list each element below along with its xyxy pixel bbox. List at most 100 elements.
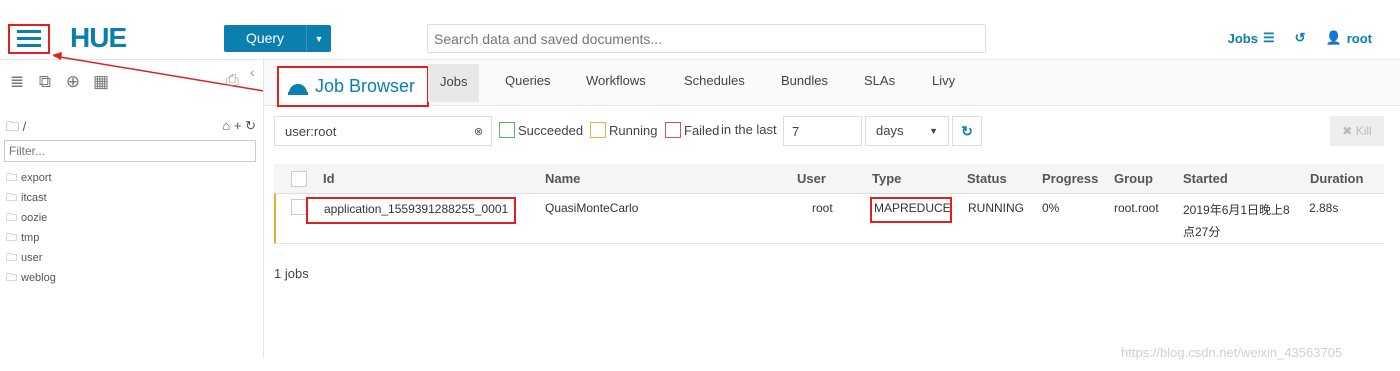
database-icon[interactable]: ≣ [8,72,26,92]
jobs-table: Id Name User Type Status Progress Group … [274,164,1384,244]
filter-input[interactable] [4,140,256,162]
time-number-input[interactable] [783,116,862,146]
documents-icon[interactable]: ⧉ [36,72,54,92]
folder-label: weblog [21,272,56,284]
folder-label: itcast [21,192,47,204]
col-started[interactable]: Started [1183,171,1228,186]
tab-jobs[interactable]: Jobs [428,64,480,102]
job-browser-nav: Job Browser Jobs Queries Workflows Sched… [264,60,1400,107]
failed-label: Failed [684,122,720,138]
time-unit-value: days [876,123,904,138]
col-group[interactable]: Group [1114,171,1153,186]
folder-label: export [21,172,52,184]
path-actions: ⌂ + ↻ [222,118,256,140]
succeeded-checkbox[interactable]: Succeeded [499,122,583,138]
in-the-last-label: in the last [721,122,777,137]
brand-label: Job Browser [315,76,416,96]
tab-queries[interactable]: Queries [505,73,551,88]
global-search-input[interactable] [427,24,986,53]
time-unit-select[interactable]: days ▼ [865,116,949,146]
folder-label: oozie [21,212,48,224]
folder-icon: 🗀 [6,172,17,184]
folder-icon: 🗀 [6,272,17,284]
watermark: https://blog.csdn.net/weixin_43563705 [1121,345,1343,360]
menu-hamburger-icon[interactable] [8,24,50,54]
close-icon: ✖ [1342,124,1353,138]
kill-button[interactable]: ✖ Kill [1330,116,1384,146]
folder-item[interactable]: 🗀 weblog [6,270,56,290]
user-menu[interactable]: 👤 root [1326,30,1372,46]
checkbox-box [590,122,606,138]
home-icon[interactable]: ⌂ [222,118,230,133]
grid-icon[interactable]: ▦ [92,72,110,92]
job-group: root.root [1114,201,1159,215]
job-browser-content: Job Browser Jobs Queries Workflows Sched… [264,60,1400,371]
job-status: RUNNING [968,201,1024,215]
job-user: root [812,201,833,215]
refresh-icon: ↻ [961,122,973,139]
clear-filter-icon[interactable]: ⊗ [474,125,483,138]
zoom-icon[interactable]: ⊕ [64,72,82,92]
job-name: QuasiMonteCarlo [545,201,639,215]
row-checkbox[interactable] [291,199,307,215]
failed-checkbox[interactable]: Failed [665,122,719,138]
user-filter-input[interactable] [274,116,492,146]
tab-slas[interactable]: SLAs [864,73,895,88]
refresh-button[interactable]: ↻ [952,116,982,146]
tab-schedules[interactable]: Schedules [684,73,745,88]
col-id[interactable]: Id [323,171,335,186]
tab-workflows[interactable]: Workflows [586,73,646,88]
folder-item[interactable]: 🗀 user [6,250,56,270]
job-duration: 2.88s [1309,201,1339,215]
col-progress[interactable]: Progress [1042,171,1098,186]
refresh-icon[interactable]: ↻ [245,118,256,133]
query-button[interactable]: Query ▼ [224,25,331,52]
top-bar: HUE Query ▼ Jobs ☰ ↺ 👤 root [0,0,1400,60]
user-icon: 👤 [1325,30,1342,45]
folder-tree: 🗀 export 🗀 itcast 🗀 oozie 🗀 tmp 🗀 user 🗀 weblo… [6,170,56,290]
printer-icon[interactable]: ⎙ [226,72,239,90]
filter-row: ⊗ Succeeded Running Failed in the last d… [264,116,1400,146]
running-label: Running [609,122,658,138]
folder-label: user [21,252,43,264]
job-progress: 0% [1042,201,1060,215]
path-label: / [22,119,27,134]
hard-hat-icon [288,83,308,95]
folder-icon: 🗀 [6,192,17,204]
folder-icon: 🗀 [6,232,17,244]
folder-item[interactable]: 🗀 oozie [6,210,56,230]
folder-item[interactable]: 🗀 export [6,170,56,190]
collapse-chevron-icon[interactable]: ‹ [250,64,255,80]
job-type: MAPREDUCE [870,197,952,223]
tab-bundles[interactable]: Bundles [781,73,828,88]
current-path: 🗀 / [6,118,26,140]
history-icon[interactable]: ↺ [1295,30,1306,46]
table-row[interactable]: application_1559391288255_0001 QuasiMont… [274,194,1384,244]
col-user[interactable]: User [797,171,826,186]
chevron-down-icon[interactable]: ▼ [307,34,331,44]
left-assist-panel: ≣ ⧉ ⊕ ▦ ⎙ ‹ 🗀 / ⌂ + ↻ 🗀 export 🗀 itcast 🗀 o… [0,60,264,358]
jobs-count: 1 jobs [274,266,309,281]
add-icon[interactable]: + [234,118,242,133]
select-all-checkbox[interactable] [291,171,307,187]
folder-icon: 🗀 [6,119,20,134]
folder-item[interactable]: 🗀 itcast [6,190,56,210]
col-status[interactable]: Status [967,171,1007,186]
running-checkbox[interactable]: Running [590,122,657,138]
folder-icon: 🗀 [6,212,17,224]
folder-item[interactable]: 🗀 tmp [6,230,56,250]
job-id-link[interactable]: application_1559391288255_0001 [306,197,516,224]
kill-label: Kill [1355,124,1372,138]
jobs-list-icon: ☰ [1262,30,1275,45]
hue-logo[interactable]: HUE [70,22,127,54]
query-label: Query [224,25,307,52]
col-duration[interactable]: Duration [1310,171,1363,186]
tab-livy[interactable]: Livy [932,73,955,88]
jobs-label: Jobs [1227,30,1258,46]
job-started-line1: 2019年6月1日晚上8 [1183,203,1290,217]
col-type[interactable]: Type [872,171,901,186]
jobs-link[interactable]: Jobs ☰ [1228,30,1275,46]
col-name[interactable]: Name [545,171,580,186]
job-browser-brand[interactable]: Job Browser [277,66,429,107]
user-label: root [1346,30,1372,46]
